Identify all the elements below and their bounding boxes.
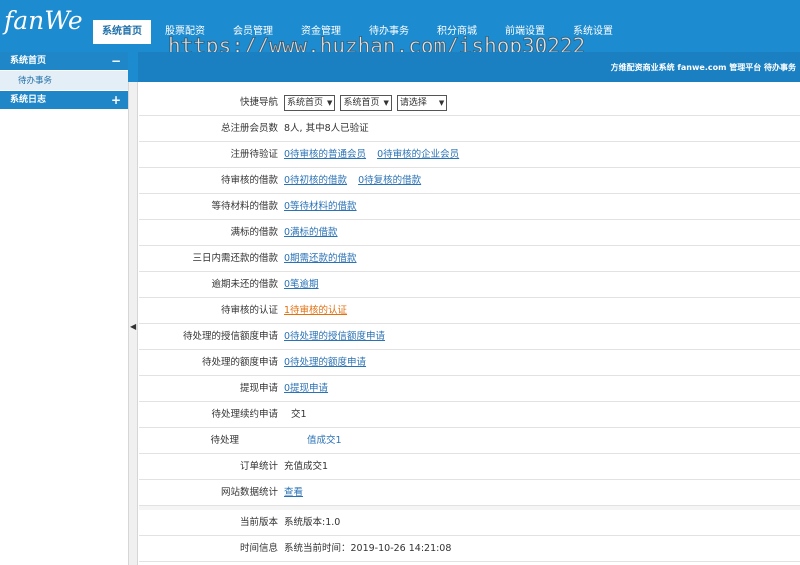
chevron-down-icon: ▼: [327, 98, 333, 107]
row-withdrawals: 提现申请 0提现申请: [139, 376, 800, 402]
row-repay-3days: 三日内需还款的借款 0期需还款的借款: [139, 246, 800, 272]
sidebar-group-logs[interactable]: 系统日志 +: [0, 91, 128, 110]
collapse-icon[interactable]: −: [111, 52, 121, 71]
row-label: 快捷导航: [239, 97, 278, 108]
link-view-stats[interactable]: 查看: [284, 487, 303, 498]
row-label: 待处理的授信额度申请: [182, 331, 278, 342]
row-quick-nav: 快捷导航 系统首页 ▼ 系统首页 ▼ 请选择 ▼: [139, 90, 800, 116]
row-credit-requests: 待处理的授信额度申请 0待处理的授信额度申请: [139, 324, 800, 350]
row-pending-other: 待处理 值成交1: [139, 428, 800, 454]
row-quota-requests: 待处理的额度申请 0待处理的额度申请: [139, 350, 800, 376]
row-label: 提现申请: [239, 383, 278, 394]
row-order-stats: 订单统计 充值成交1: [139, 454, 800, 480]
row-site-stats: 网站数据统计 查看: [139, 480, 800, 506]
row-total-members: 总注册会员数 8人, 其中8人已验证: [139, 116, 800, 142]
link-withdrawals[interactable]: 0提现申请: [284, 383, 328, 394]
row-overdue-loans: 逾期未还的借款 0笔逾期: [139, 272, 800, 298]
chevron-down-icon: ▼: [438, 98, 445, 107]
row-value: 值成交1: [307, 435, 342, 446]
fanwe-logo[interactable]: fanWe: [4, 6, 83, 35]
row-version: 当前版本 系统版本:1.0: [139, 510, 800, 536]
left-sidebar: 系统首页 − 待办事务 系统日志 +: [0, 52, 128, 565]
row-label: 网站数据统计: [220, 487, 278, 498]
link-first-review-loans[interactable]: 0待初核的借款: [284, 175, 347, 186]
row-renewal-requests: 待处理续约申请 交1: [139, 402, 800, 428]
link-pending-regular-members[interactable]: 0待审核的普通会员: [284, 149, 366, 160]
row-label: 满标的借款: [230, 227, 278, 238]
row-time-info: 时间信息 系统当前时间：2019-10-26 14:21:08: [139, 536, 800, 562]
link-full-loans[interactable]: 0满标的借款: [284, 227, 338, 238]
sidebar-splitter[interactable]: ◀: [128, 82, 138, 565]
sub-header-bar: 方维配资商业系统 fanwe.com 管理平台 待办事务: [138, 52, 800, 82]
row-label: 逾期未还的借款: [211, 279, 278, 290]
breadcrumb: 方维配资商业系统 fanwe.com 管理平台 待办事务: [610, 63, 796, 72]
row-label: 订单统计: [239, 461, 278, 472]
collapse-arrow-icon[interactable]: ◀: [130, 322, 136, 331]
row-label: 待处理的额度申请: [201, 357, 278, 368]
chevron-down-icon: ▼: [383, 98, 389, 107]
expand-icon[interactable]: +: [111, 91, 121, 110]
row-label: 当前版本: [239, 517, 278, 528]
row-pending-loans: 待审核的借款 0待初核的借款 0待复核的借款: [139, 168, 800, 194]
quick-nav-select-2[interactable]: 系统首页 ▼: [340, 94, 392, 111]
link-overdue[interactable]: 0笔逾期: [284, 279, 319, 290]
row-label: 总注册会员数: [220, 123, 278, 134]
row-value: 充值成交1: [284, 461, 329, 472]
row-value: 8人, 其中8人已验证: [284, 123, 369, 134]
row-label: 待审核的借款: [220, 175, 278, 186]
link-material-loans[interactable]: 0等待材料的借款: [284, 201, 357, 212]
row-label: 待处理: [210, 435, 239, 446]
row-label: 待处理续约申请: [211, 409, 278, 420]
row-label: 待审核的认证: [220, 305, 278, 316]
link-repay-loans[interactable]: 0期需还款的借款: [284, 253, 357, 264]
link-credit-requests[interactable]: 0待处理的授信额度申请: [284, 331, 385, 342]
row-label: 等待材料的借款: [211, 201, 278, 212]
row-value: 系统当前时间：2019-10-26 14:21:08: [284, 543, 452, 554]
sidebar-group-label: 系统首页: [10, 56, 47, 66]
link-pending-auth[interactable]: 1待审核的认证: [284, 305, 347, 316]
row-value: 交1: [291, 409, 307, 420]
row-registration-pending: 注册待验证 0待审核的普通会员 0待审核的企业会员: [139, 142, 800, 168]
row-label: 时间信息: [239, 543, 278, 554]
sidebar-group-home[interactable]: 系统首页 −: [0, 52, 128, 71]
sidebar-group-label: 系统日志: [10, 95, 47, 105]
quick-nav-select-1[interactable]: 系统首页 ▼: [284, 94, 336, 111]
link-second-review-loans[interactable]: 0待复核的借款: [358, 175, 421, 186]
row-material-loans: 等待材料的借款 0等待材料的借款: [139, 194, 800, 220]
row-pending-auth: 待审核的认证 1待审核的认证: [139, 298, 800, 324]
sidebar-item-todo[interactable]: 待办事务: [0, 71, 128, 91]
row-full-loans: 满标的借款 0满标的借款: [139, 220, 800, 246]
link-pending-enterprise-members[interactable]: 0待审核的企业会员: [377, 149, 459, 160]
quick-nav-select-3[interactable]: 请选择 ▼: [396, 94, 448, 111]
link-quota-requests[interactable]: 0待处理的额度申请: [284, 357, 366, 368]
row-value: 系统版本:1.0: [284, 517, 341, 528]
row-label: 注册待验证: [230, 149, 278, 160]
dashboard-table: 快捷导航 系统首页 ▼ 系统首页 ▼ 请选择 ▼ 总注册会员数 8人, 其中8人已验证…: [139, 90, 800, 565]
row-label: 三日内需还款的借款: [192, 253, 278, 264]
tab-home[interactable]: 系统首页: [93, 20, 151, 44]
